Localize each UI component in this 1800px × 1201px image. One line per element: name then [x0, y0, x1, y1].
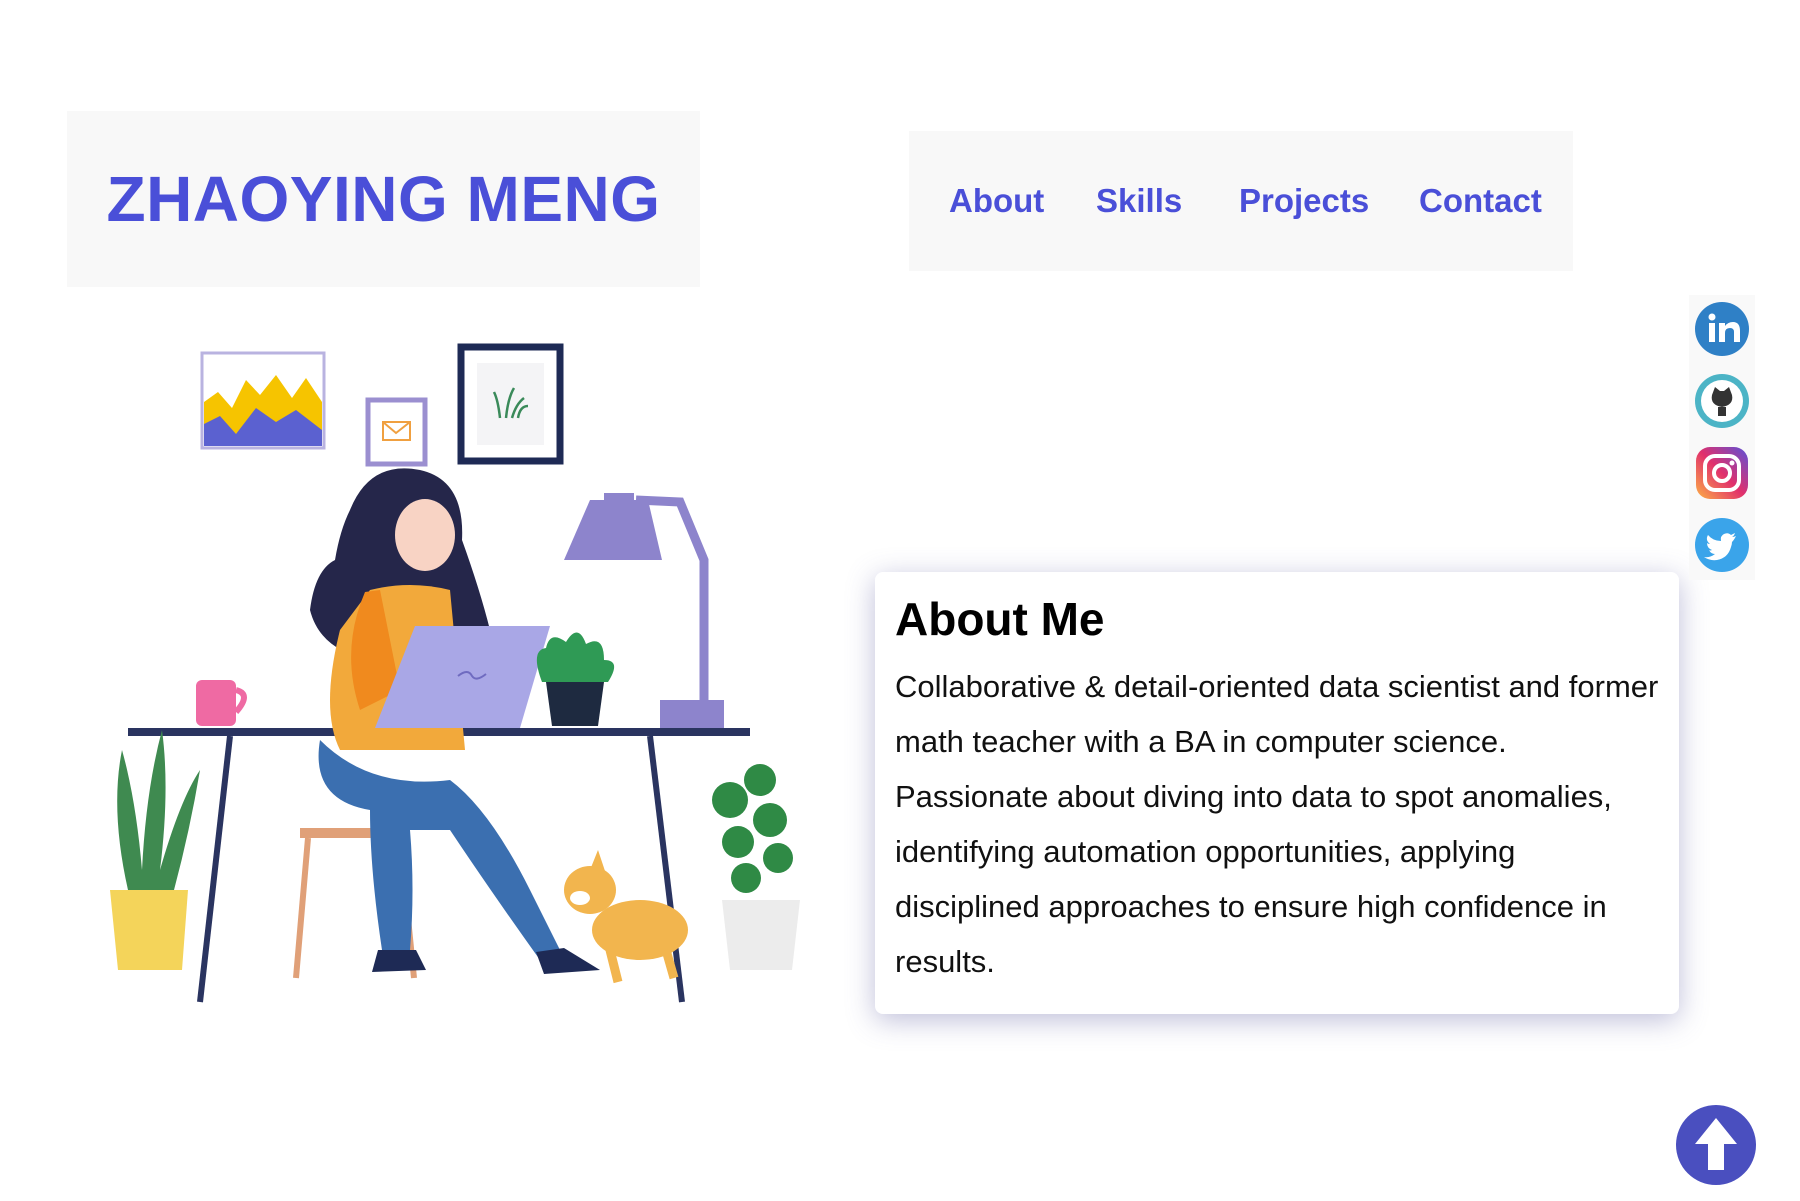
about-card: About Me Collaborative & detail-oriented…: [875, 572, 1679, 1014]
main-nav: About Skills Projects Contact: [909, 131, 1573, 271]
hero-illustration: [70, 330, 840, 1030]
nav-skills[interactable]: Skills: [1096, 182, 1182, 220]
woman-working-at-desk-illustration: [110, 343, 800, 1003]
floor-plant-left: [110, 730, 200, 970]
wall-chart-frame: [200, 351, 326, 450]
logo-container: ZHAOYING MENG: [67, 111, 700, 287]
envelope-frame: [365, 397, 428, 467]
nav-projects[interactable]: Projects: [1239, 182, 1369, 220]
site-logo[interactable]: ZHAOYING MENG: [106, 162, 660, 236]
pink-mug: [196, 680, 247, 726]
linkedin-icon[interactable]: [1694, 301, 1750, 357]
scroll-to-top-button[interactable]: [1675, 1104, 1757, 1186]
about-title: About Me: [895, 593, 1105, 645]
about-description: Collaborative & detail-oriented data sci…: [895, 668, 1659, 979]
instagram-icon[interactable]: [1694, 445, 1750, 501]
desk: [128, 728, 750, 1003]
nav-contact[interactable]: Contact: [1419, 182, 1542, 220]
github-icon[interactable]: [1694, 373, 1750, 429]
floor-plant-right: [712, 764, 800, 970]
social-links: [1689, 295, 1755, 580]
desk-plant: [536, 632, 615, 726]
nav-about[interactable]: About: [949, 182, 1044, 220]
twitter-icon[interactable]: [1694, 517, 1750, 573]
grass-frame: [457, 343, 564, 465]
